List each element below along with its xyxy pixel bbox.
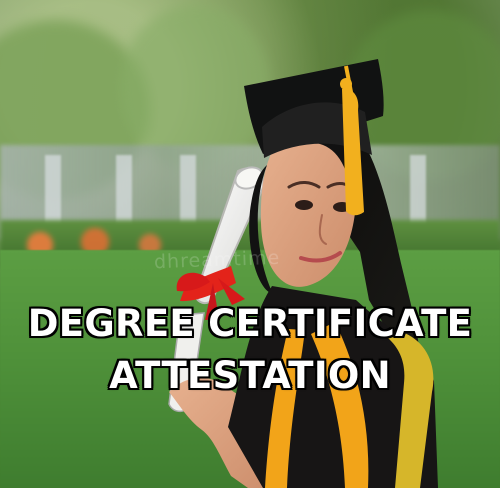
degree-attestation-image: dhreamtime DEGREE CERTIFICATE ATTESTATIO…	[0, 0, 500, 488]
image-watermark: dhreamtime	[153, 246, 281, 274]
graduate-woman-illustration	[168, 59, 438, 488]
